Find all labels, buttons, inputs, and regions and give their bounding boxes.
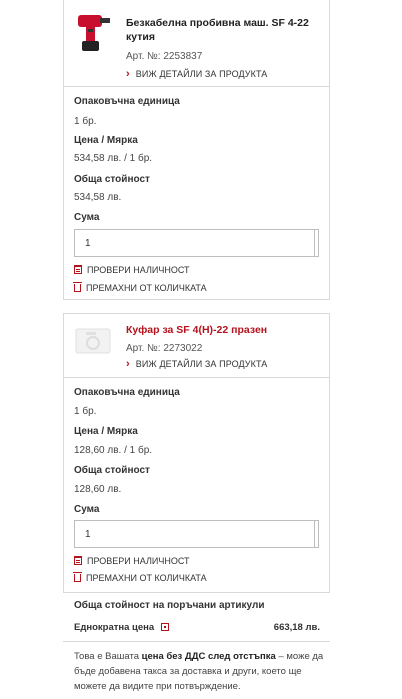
product-title[interactable]: Безкабелна пробивна маш. SF 4-22 кутия (126, 16, 326, 44)
chevron-right-icon: › (126, 358, 130, 370)
chevron-right-icon: › (126, 68, 130, 80)
remove-from-cart-button[interactable]: ПРЕМАХНИ ОТ КОЛИЧКАТА (73, 282, 207, 293)
store-icon (74, 556, 82, 565)
quantity-label: Сума (74, 504, 100, 515)
product-title[interactable]: Куфар за SF 4(H)-22 празен (126, 323, 326, 337)
quantity-stepper[interactable] (314, 230, 318, 256)
store-icon (74, 265, 82, 274)
quantity-value: 1 (85, 529, 91, 540)
vat-note-prefix: Това е Вашата (74, 651, 142, 662)
order-summary-title: Обща стойност на поръчани артикули (74, 600, 265, 611)
packaging-unit-label: Опаковъчна единица (74, 387, 180, 398)
remove-from-cart-button[interactable]: ПРЕМАХНИ ОТ КОЛИЧКАТА (73, 572, 207, 583)
price-per-unit-value: 534,58 лв. / 1 бр. (74, 153, 153, 164)
view-details-label: ВИЖ ДЕТАЙЛИ ЗА ПРОДУКТА (135, 69, 268, 79)
total-value-label: Обща стойност (74, 465, 150, 476)
one-time-price-value: 663,18 лв. (273, 622, 320, 633)
total-value: 128,60 лв. (74, 484, 122, 495)
view-details-link[interactable]: › ВИЖ ДЕТАЙЛИ ЗА ПРОДУКТА (126, 358, 267, 370)
divider (63, 641, 330, 642)
packaging-unit-value: 1 бр. (74, 406, 97, 417)
remove-from-cart-label: ПРЕМАХНИ ОТ КОЛИЧКАТА (86, 283, 207, 293)
one-time-price-label: Еднократна цена (74, 622, 155, 633)
trash-icon (73, 282, 82, 292)
view-details-label: ВИЖ ДЕТАЙЛИ ЗА ПРОДУКТА (135, 359, 268, 369)
image-placeholder-icon[interactable] (75, 328, 111, 354)
product-article-number: Арт. №: 2273022 (126, 343, 203, 354)
packaging-unit-value: 1 бр. (74, 116, 97, 127)
vat-note-bold: цена без ДДС след отстъпка (141, 651, 276, 662)
quantity-value: 1 (85, 238, 91, 249)
quantity-input[interactable]: 1 (74, 520, 319, 548)
info-icon[interactable] (161, 623, 170, 631)
total-value-label: Обща стойност (74, 174, 150, 185)
check-stock-button[interactable]: ПРОВЕРИ НАЛИЧНОСТ (74, 556, 190, 566)
price-per-unit-label: Цена / Мярка (74, 426, 138, 437)
quantity-stepper[interactable] (314, 521, 318, 547)
price-per-unit-value: 128,60 лв. / 1 бр. (74, 445, 153, 456)
packaging-unit-label: Опаковъчна единица (74, 96, 180, 107)
remove-from-cart-label: ПРЕМАХНИ ОТ КОЛИЧКАТА (86, 573, 207, 583)
product-article-number: Арт. №: 2253837 (126, 51, 203, 62)
vat-note: Това е Вашата цена без ДДС след отстъпка… (74, 649, 330, 694)
one-time-price-row: Еднократна цена 663,18 лв. (74, 622, 320, 633)
price-per-unit-label: Цена / Мярка (74, 135, 138, 146)
product-image-drill[interactable] (74, 11, 114, 55)
view-details-link[interactable]: › ВИЖ ДЕТАЙЛИ ЗА ПРОДУКТА (126, 68, 267, 80)
quantity-input[interactable]: 1 (74, 229, 319, 257)
quantity-label: Сума (74, 212, 100, 223)
check-stock-label: ПРОВЕРИ НАЛИЧНОСТ (87, 265, 190, 275)
check-stock-button[interactable]: ПРОВЕРИ НАЛИЧНОСТ (74, 265, 190, 275)
total-value: 534,58 лв. (74, 192, 122, 203)
trash-icon (73, 572, 82, 582)
check-stock-label: ПРОВЕРИ НАЛИЧНОСТ (87, 556, 190, 566)
